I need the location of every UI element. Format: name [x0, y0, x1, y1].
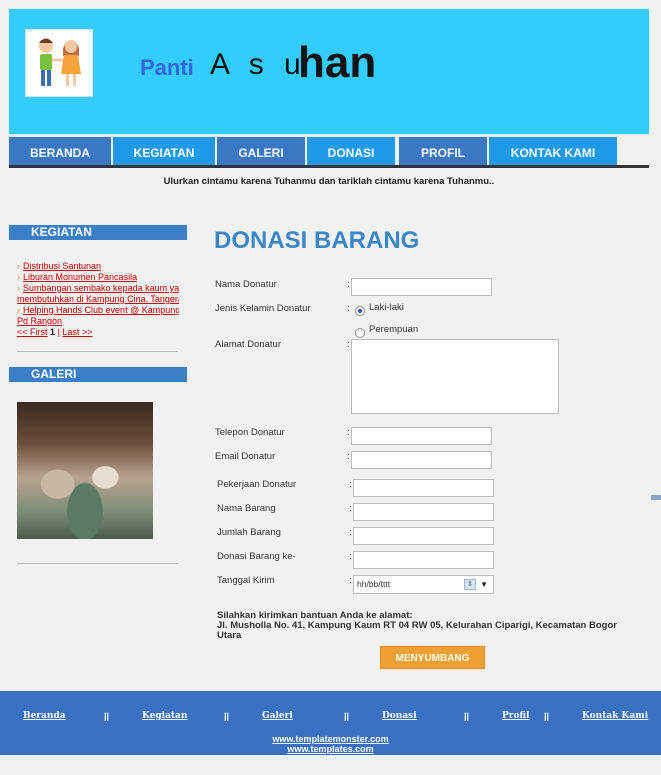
footer-separator: ||: [464, 711, 470, 721]
sidebar-galeri-heading: GALERI: [9, 367, 187, 382]
gender-radio-laki-laki[interactable]: [355, 306, 365, 316]
tanggal-kirim-date-input[interactable]: hh/bb/tttt ⇕ ▼: [353, 575, 494, 594]
pekerjaan-donatur-input[interactable]: [353, 479, 494, 497]
nav-kegiatan[interactable]: KEGIATAN: [113, 137, 215, 166]
page-title: DONASI BARANG: [214, 227, 420, 254]
alamat-donatur-textarea[interactable]: [351, 339, 559, 414]
footer-credit-templates[interactable]: www.templates.com: [0, 744, 661, 754]
kegiatan-link-continued[interactable]: membutuhkan di Kampung Cina, Tangerang: [17, 294, 179, 304]
bullet-icon: ›: [17, 283, 20, 293]
pagination: << First 1 | Last >>: [17, 327, 179, 338]
footer-link-beranda[interactable]: Beranda: [23, 711, 66, 721]
nav-divider: [9, 165, 649, 168]
colon: :: [349, 527, 352, 538]
label-email-donatur: Email Donatur: [215, 451, 276, 462]
brand-text-han: han: [298, 38, 377, 87]
nav-donasi[interactable]: DONASI: [307, 137, 395, 166]
colon: :: [349, 551, 352, 562]
footer-credit-templatemonster[interactable]: www.templatemonster.com: [0, 734, 661, 744]
colon: :: [349, 503, 352, 514]
nama-barang-input[interactable]: [353, 503, 494, 521]
bullet-icon: ›: [17, 305, 20, 315]
bullet-icon: ›: [17, 272, 20, 282]
colon: :: [347, 451, 350, 462]
nav-kontak-kami[interactable]: KONTAK KAMI: [489, 137, 617, 166]
sidebar-divider: [17, 563, 178, 564]
list-item: Pd Rangon: [17, 316, 179, 327]
nama-donatur-input[interactable]: [351, 278, 492, 296]
brand-text-panti: Panti: [140, 55, 194, 80]
colon: :: [349, 575, 352, 586]
nav-profil[interactable]: PROFIL: [399, 137, 487, 166]
kegiatan-link-continued[interactable]: Pd Rangon: [17, 316, 62, 326]
label-alamat-donatur: Alamat Donatur: [215, 339, 282, 350]
footer-link-galeri[interactable]: Galeri: [262, 711, 293, 721]
label-nama-donatur: Nama Donatur: [215, 279, 277, 290]
pager-current: 1: [50, 327, 56, 337]
label-tanggal-kirim: Tanggal Kirim: [217, 575, 275, 586]
footer-separator: ||: [224, 711, 230, 721]
brand-text-asu: A s u: [210, 48, 307, 81]
list-item: › Sumbangan sembako kepada kaum yang: [17, 283, 179, 294]
label-jenis-kelamin: Jenis Kelamin Donatur: [215, 303, 311, 314]
scroll-indicator: [651, 495, 661, 500]
label-nama-barang: Nama Barang: [217, 503, 276, 514]
jumlah-barang-input[interactable]: [353, 527, 494, 545]
gallery-photo[interactable]: [17, 402, 153, 539]
kegiatan-link[interactable]: Sumbangan sembako kepada kaum yang: [23, 283, 179, 293]
label-telepon-donatur: Telepon Donatur: [215, 427, 285, 438]
footer-link-kegiatan[interactable]: Kegiatan: [142, 711, 187, 721]
label-jumlah-barang: Jumlah Barang: [217, 527, 281, 538]
address-line: Jl. Musholla No. 41, Kampung Kaum RT 04 …: [217, 620, 617, 641]
gender-option-laki-laki: Laki-laki: [369, 302, 404, 313]
kegiatan-link[interactable]: Distribusi Santunan: [23, 261, 101, 271]
list-item: › Distribusi Santunan: [17, 261, 179, 272]
colon: :: [347, 279, 350, 290]
pager-first-link[interactable]: << First: [17, 327, 48, 337]
date-placeholder: hh/bb/tttt: [357, 579, 391, 589]
kegiatan-link[interactable]: Helping Hands Club event @ Kampung: [23, 305, 179, 315]
colon: :: [349, 479, 352, 490]
footer-separator: ||: [104, 711, 110, 721]
pager-last-link[interactable]: Last >>: [62, 327, 92, 337]
colon: :: [347, 427, 350, 438]
list-item: › Helping Hands Club event @ Kampung: [17, 305, 179, 316]
date-spinner-icon[interactable]: ⇕: [464, 579, 476, 590]
list-item: membutuhkan di Kampung Cina, Tangerang: [17, 294, 179, 305]
sidebar-kegiatan-heading: KEGIATAN: [9, 225, 187, 240]
kegiatan-link[interactable]: Liburan Monumen Pancasila: [23, 272, 137, 282]
colon: :: [347, 303, 350, 314]
email-donatur-input[interactable]: [351, 451, 492, 469]
footer-link-profil[interactable]: Profil: [502, 711, 529, 721]
gender-option-perempuan: Perempuan: [369, 324, 419, 335]
pager-separator: |: [57, 327, 60, 337]
footer-separator: ||: [544, 711, 550, 721]
chevron-down-icon[interactable]: ▼: [480, 576, 488, 593]
sidebar-divider: [17, 351, 178, 352]
footer-link-kontak-kami[interactable]: Kontak Kami: [582, 711, 648, 721]
tagline: Ulurkan cintamu karena Tuhanmu dan tarik…: [163, 176, 495, 187]
label-donasi-barang-ke: Donasi Barang ke-: [217, 551, 296, 562]
donasi-barang-ke-input[interactable]: [353, 551, 494, 569]
logo: [25, 29, 93, 97]
kegiatan-list: › Distribusi Santunan › Liburan Monumen Pa…: [17, 261, 179, 338]
donation-address: Silahkan kirimkan bantuan Anda ke alamat…: [217, 611, 637, 641]
bullet-icon: ›: [17, 261, 20, 271]
main-nav: BERANDA KEGIATAN GALERI DONASI PROFIL KO…: [9, 134, 649, 168]
nav-galeri[interactable]: GALERI: [217, 137, 305, 166]
footer-separator: ||: [344, 711, 350, 721]
footer-link-donasi[interactable]: Donasi: [382, 711, 417, 721]
submit-button[interactable]: MENYUMBANG: [380, 646, 485, 669]
colon: :: [347, 339, 350, 350]
telepon-donatur-input[interactable]: [351, 427, 492, 445]
gender-radio-perempuan[interactable]: [355, 328, 365, 338]
label-pekerjaan-donatur: Pekerjaan Donatur: [217, 479, 297, 490]
nav-beranda[interactable]: BERANDA: [9, 137, 111, 166]
list-item: › Liburan Monumen Pancasila: [17, 272, 179, 283]
